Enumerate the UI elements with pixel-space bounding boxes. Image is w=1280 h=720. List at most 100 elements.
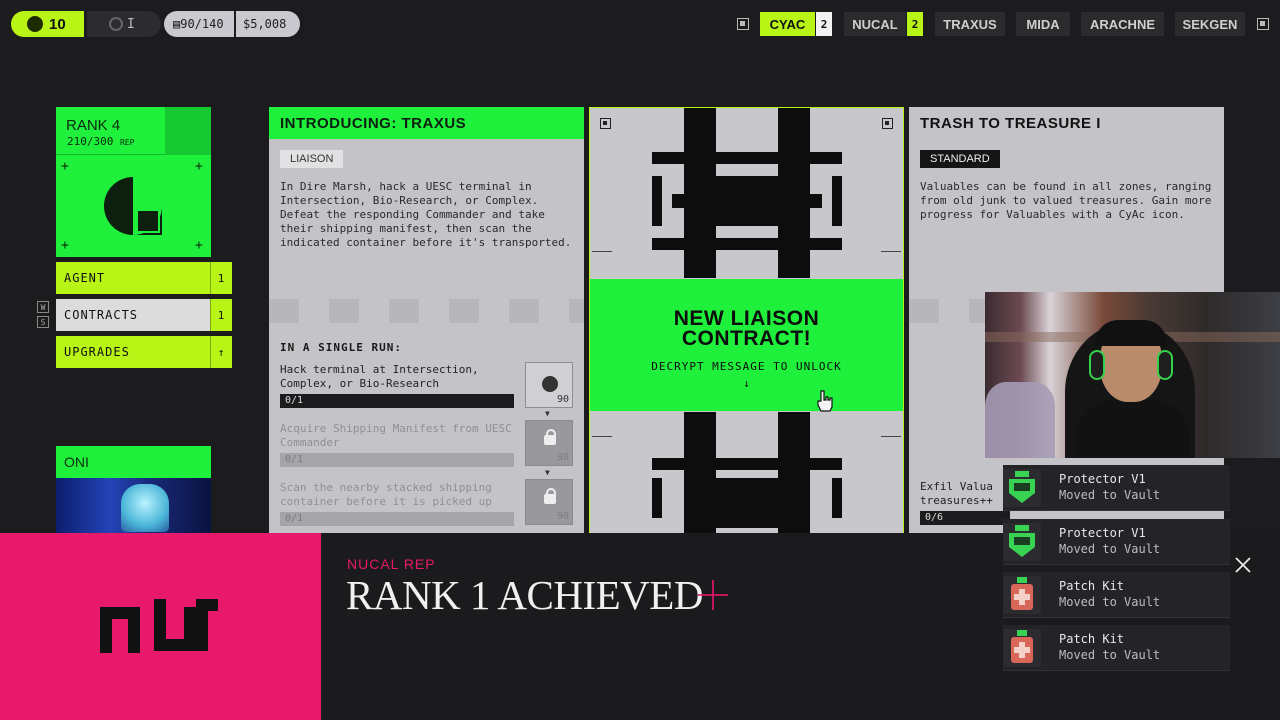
- encrypted-pattern-top: [652, 108, 842, 278]
- objective-text: Hack terminal at Intersection, Complex, …: [280, 363, 479, 390]
- nucal-logo-icon: [100, 599, 218, 653]
- lock-icon: [544, 429, 556, 445]
- contract-title: TRASH TO TREASURE I: [909, 107, 1224, 139]
- vault-item-name: Patch Kit: [1059, 632, 1125, 646]
- notification-subtitle: NUCAL REP: [347, 556, 436, 572]
- contract-title: INTRODUCING: TRAXUS: [269, 107, 584, 139]
- oni-portrait: [56, 478, 211, 536]
- prev-faction-key-icon[interactable]: [737, 18, 749, 30]
- player-level-icon: [27, 16, 43, 32]
- key-hint-w: W: [37, 301, 49, 313]
- streamer-webcam: [985, 292, 1280, 458]
- tick-mark: [592, 436, 612, 437]
- sidebar-item-contracts[interactable]: CONTRACTS 1: [56, 299, 232, 331]
- faction-cyac-count: 2: [816, 12, 832, 36]
- vault-item-name: Protector V1: [1059, 472, 1146, 486]
- tick-mark: [881, 251, 901, 252]
- corner-plus-icon: +: [61, 159, 69, 174]
- decrypt-instruction: DECRYPT MESSAGE TO UNLOCK: [651, 360, 842, 373]
- chevron-down-icon: ▼: [545, 409, 550, 418]
- rank-progress-shade: [165, 107, 211, 155]
- security-icon: [109, 17, 123, 31]
- corner-plus-icon: +: [61, 238, 69, 253]
- vault-notification: Protector V1 Moved to Vault: [1003, 519, 1230, 565]
- new-liaison-banner[interactable]: NEW LIAISON CONTRACT! DECRYPT MESSAGE TO…: [590, 279, 903, 412]
- capacity-icon: ▤: [173, 17, 181, 31]
- faction-tab-nucal[interactable]: NUCAL: [844, 12, 906, 36]
- vault-item-status: Moved to Vault: [1059, 488, 1161, 502]
- contract-description: In Dire Marsh, hack a UESC terminal in I…: [280, 180, 572, 249]
- arrow-down-icon: ↓: [743, 377, 750, 390]
- faction-tab-sekgen[interactable]: SEKGEN: [1175, 12, 1245, 36]
- rank-rep: 210/300 REP: [67, 135, 134, 148]
- corner-square-icon: [882, 118, 893, 129]
- objective-reward-locked: 90: [525, 479, 573, 525]
- chevron-down-icon: ▼: [545, 468, 550, 477]
- contract-card-encrypted[interactable]: NEW LIAISON CONTRACT! DECRYPT MESSAGE TO…: [589, 107, 904, 537]
- shield-icon: [1003, 469, 1041, 507]
- sidebar-item-label: UPGRADES: [64, 345, 130, 359]
- objective-reward-value: 90: [556, 394, 569, 405]
- credits-value: 5,008: [250, 17, 287, 31]
- corner-plus-icon: +: [195, 159, 203, 174]
- nucal-brand-panel: [0, 533, 321, 720]
- sidebar-item-agent[interactable]: AGENT 1: [56, 262, 232, 294]
- vault-item-name: Patch Kit: [1059, 579, 1125, 593]
- run-requirement-label: IN A SINGLE RUN:: [280, 341, 402, 354]
- objective-text: Scan the nearby stacked shipping contain…: [280, 481, 492, 508]
- vault-capacity-badge: ▤ 90/140: [164, 11, 234, 37]
- objective-text-line2: treasures++: [920, 494, 993, 507]
- vault-notification: Patch Kit Moved to Vault: [1003, 572, 1230, 618]
- cyac-logo-icon: [104, 177, 162, 235]
- tick-mark: [881, 436, 901, 437]
- contract-card-traxus[interactable]: INTRODUCING: TRAXUS LIAISON In Dire Mars…: [269, 107, 584, 537]
- sidebar-item-upgrades[interactable]: UPGRADES ↑: [56, 336, 232, 368]
- sidebar-item-label: CONTRACTS: [64, 308, 139, 322]
- shield-icon: [1003, 523, 1041, 561]
- faction-tab-cyac[interactable]: CYAC: [760, 12, 815, 36]
- faction-tab-traxus[interactable]: TRAXUS: [935, 12, 1005, 36]
- objective-reward: 90: [525, 362, 573, 408]
- objective-progress: 0/6: [920, 511, 1010, 525]
- faction-tab-arachne[interactable]: ARACHNE: [1081, 12, 1164, 36]
- faction-rank-card[interactable]: RANK 4 210/300 REP + + + +: [56, 107, 211, 257]
- objective-text: Acquire Shipping Manifest from UESC Comm…: [280, 422, 512, 449]
- security-tier-value: I: [127, 16, 135, 32]
- credits-icon: $: [243, 17, 251, 31]
- key-hint-s: S: [37, 316, 49, 328]
- security-tier-badge: I: [87, 11, 161, 37]
- divider-stripe: [269, 299, 584, 323]
- objective-text-line1: Exfil Valua: [920, 480, 993, 493]
- objective-reward-value: 90: [556, 452, 569, 463]
- rank-title: RANK 4: [66, 117, 121, 134]
- objective-text: Exfil Valua treasures++: [920, 480, 993, 508]
- notification-title: RANK 1 ACHIEVED: [346, 572, 703, 618]
- rank-rep-unit: REP: [119, 138, 135, 147]
- lock-icon: [544, 488, 556, 504]
- oni-contact-card[interactable]: ONI: [56, 446, 211, 536]
- objective-progress: 0/1: [280, 453, 514, 467]
- sidebar-item-count: 1: [210, 262, 232, 294]
- medkit-icon: [1003, 629, 1041, 667]
- vault-item-status: Moved to Vault: [1059, 648, 1161, 662]
- vault-capacity-value: 90/140: [180, 17, 224, 31]
- faction-nucal-count: 2: [907, 12, 923, 36]
- vault-notification: Patch Kit Moved to Vault: [1003, 625, 1230, 671]
- oni-title: ONI: [64, 454, 89, 470]
- upgrade-arrow-icon: ↑: [210, 336, 232, 368]
- vault-item-status: Moved to Vault: [1059, 542, 1161, 556]
- vault-item-name: Protector V1: [1059, 526, 1146, 540]
- credits-badge: $ 5,008: [236, 11, 300, 37]
- faction-tab-mida[interactable]: MIDA: [1016, 12, 1070, 36]
- contract-description: Valuables can be found in all zones, ran…: [920, 180, 1212, 221]
- vault-notification: Protector V1 Moved to Vault: [1003, 465, 1230, 511]
- crosshair-plus-icon: [698, 580, 728, 610]
- next-faction-key-icon[interactable]: [1257, 18, 1269, 30]
- close-icon[interactable]: [1234, 556, 1252, 574]
- encrypted-pattern-bottom: [652, 412, 842, 536]
- player-level-badge: 10: [11, 11, 84, 37]
- medkit-icon: [1003, 576, 1041, 614]
- liaison-headline-line2: CONTRACT!: [681, 327, 812, 350]
- sidebar-item-count: 1: [210, 299, 232, 331]
- objective-progress: 0/1: [280, 512, 514, 526]
